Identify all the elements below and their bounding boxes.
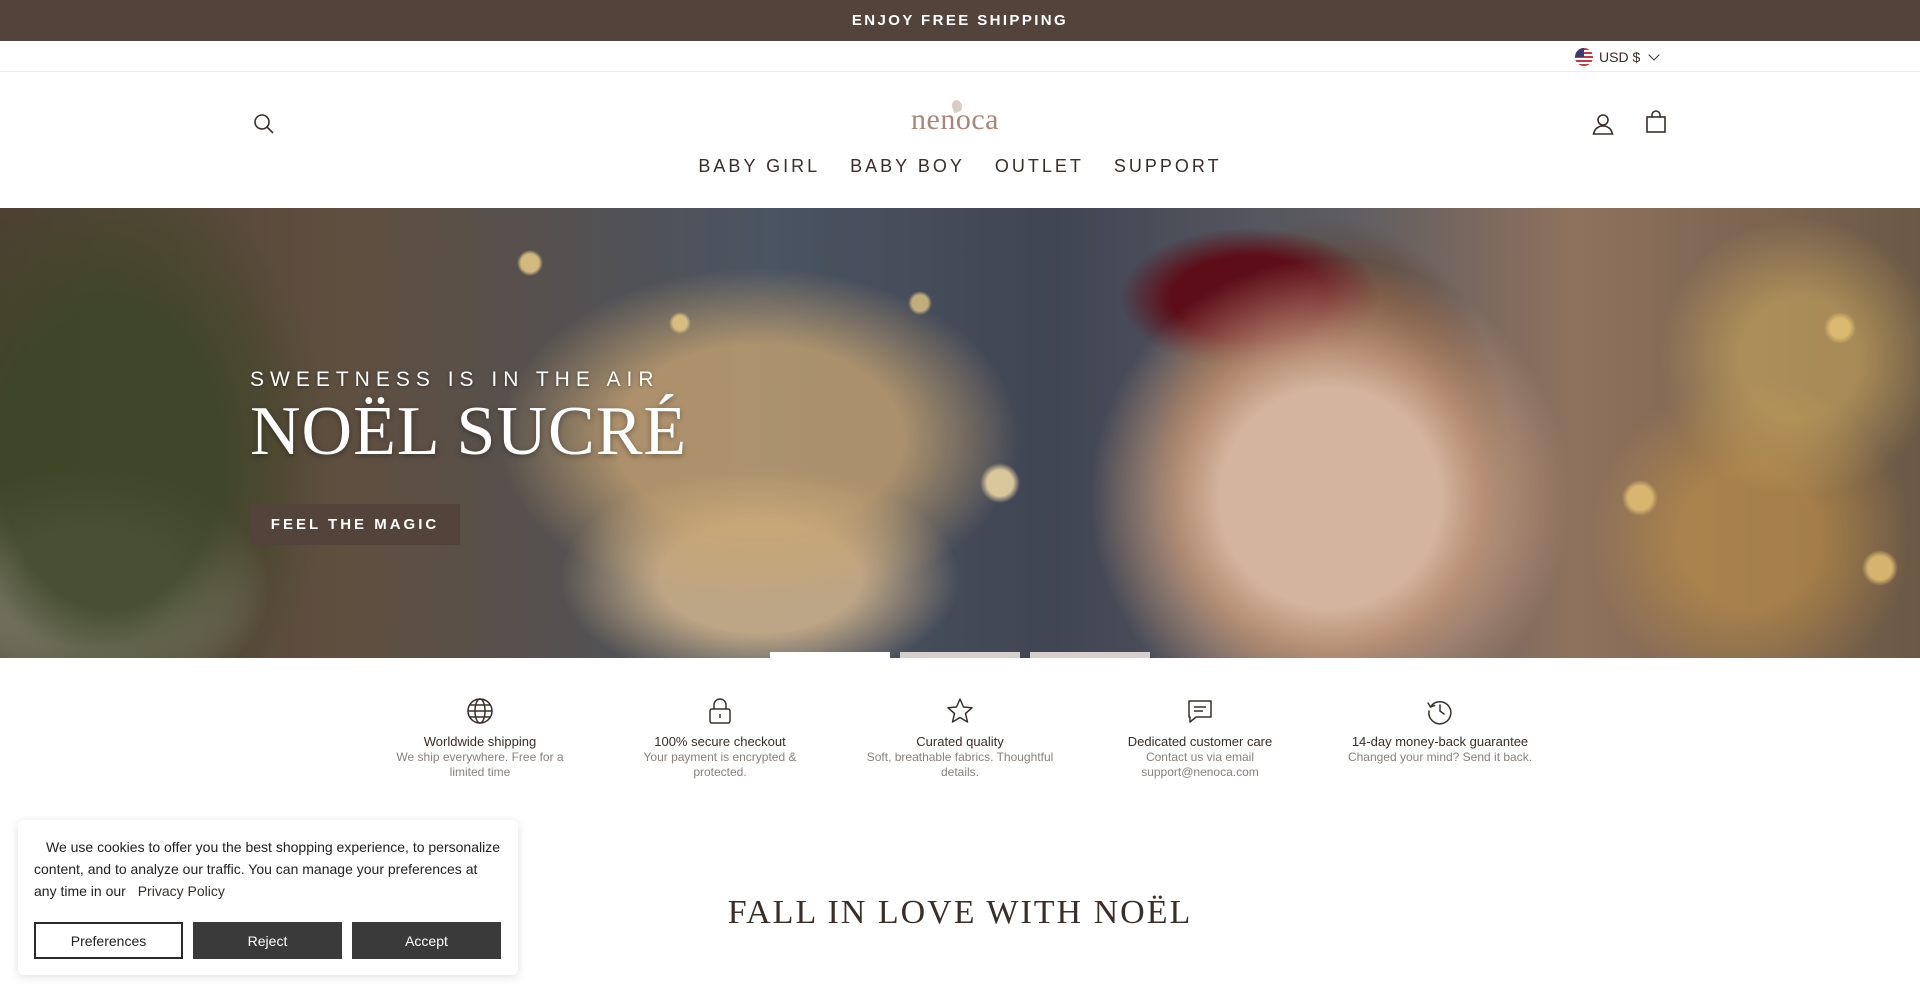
features-row: Worldwide shipping We ship everywhere. F… — [360, 696, 1560, 780]
feature-item: 14-day money-back guarantee Changed your… — [1320, 696, 1560, 780]
chevron-down-icon — [1648, 49, 1660, 61]
search-icon[interactable] — [249, 109, 279, 139]
nav-item-support[interactable]: SUPPORT — [1114, 156, 1222, 177]
announcement-text: ENJOY FREE SHIPPING — [851, 12, 1069, 29]
slider-dot-3[interactable] — [1030, 652, 1150, 658]
cookie-text: We use cookies to offer you the best sho… — [34, 836, 502, 902]
currency-selector[interactable]: USD $ — [1575, 47, 1660, 67]
nav-item-baby-boy[interactable]: BABY BOY — [850, 156, 965, 177]
feature-title: Worldwide shipping — [423, 734, 537, 749]
nav-item-baby-girl[interactable]: BABY GIRL — [698, 156, 820, 177]
cookie-buttons: Preferences Reject Accept — [34, 922, 501, 959]
cookie-message-end: any time in our — [34, 883, 126, 899]
utility-bar: USD $ — [0, 41, 1920, 72]
chat-icon — [1188, 700, 1212, 723]
feature-title: 14-day money-back guarantee — [1351, 734, 1529, 749]
feature-desc: Soft, breathable fabrics. Thoughtful det… — [866, 750, 1054, 779]
announcement-bar: ENJOY FREE SHIPPING — [0, 0, 1920, 41]
preferences-button[interactable]: Preferences — [34, 922, 183, 959]
hero-title: NOËL SUCRÉ — [250, 393, 688, 470]
feature-item: 100% secure checkout Your payment is enc… — [600, 696, 840, 780]
hero-eyebrow: SWEETNESS IS IN THE AIR — [250, 368, 660, 391]
site-header: nenoca BABY GIRL BABY BOY OUTLET SUPPORT — [0, 72, 1920, 208]
history-icon — [1427, 701, 1452, 725]
globe-icon — [467, 698, 493, 724]
slider-dot-1[interactable] — [770, 652, 890, 658]
feature-item: Curated quality Soft, breathable fabrics… — [840, 696, 1080, 780]
feature-title: 100% secure checkout — [654, 734, 786, 749]
hero-banner[interactable]: SWEETNESS IS IN THE AIR NOËL SUCRÉ FEEL … — [0, 208, 1920, 658]
feature-title: Curated quality — [916, 734, 1004, 749]
feature-desc: Contact us via email support@nenoca.com — [1141, 750, 1259, 779]
lock-icon — [709, 698, 731, 724]
privacy-policy-link[interactable]: Privacy Policy — [138, 883, 225, 899]
us-flag-icon — [1575, 48, 1593, 66]
account-icon[interactable] — [1588, 109, 1618, 139]
nav-item-outlet[interactable]: OUTLET — [995, 156, 1084, 177]
feature-item: Dedicated customer care Contact us via e… — [1080, 696, 1320, 780]
star-icon — [947, 698, 973, 723]
feature-desc: Your payment is encrypted & protected. — [643, 750, 797, 779]
cart-icon[interactable] — [1641, 107, 1671, 137]
hero-content: SWEETNESS IS IN THE AIR NOËL SUCRÉ FEEL … — [250, 368, 688, 545]
main-nav: BABY GIRL BABY BOY OUTLET SUPPORT — [0, 156, 1920, 177]
reject-button[interactable]: Reject — [193, 922, 342, 959]
feature-desc: We ship everywhere. Free for a limited t… — [396, 750, 564, 779]
hero-cta-button[interactable]: FEEL THE MAGIC — [250, 504, 460, 545]
feature-desc: Changed your mind? Send it back. — [1347, 750, 1533, 764]
currency-label: USD $ — [1599, 49, 1641, 65]
slider-dot-2[interactable] — [900, 652, 1020, 658]
accept-button[interactable]: Accept — [352, 922, 501, 959]
feature-item: Worldwide shipping We ship everywhere. F… — [360, 696, 600, 780]
cookie-message: We use cookies to offer you the best sho… — [34, 839, 500, 877]
feature-title: Dedicated customer care — [1127, 734, 1273, 749]
slider-dots — [770, 652, 1150, 658]
cookie-banner: We use cookies to offer you the best sho… — [18, 820, 518, 975]
